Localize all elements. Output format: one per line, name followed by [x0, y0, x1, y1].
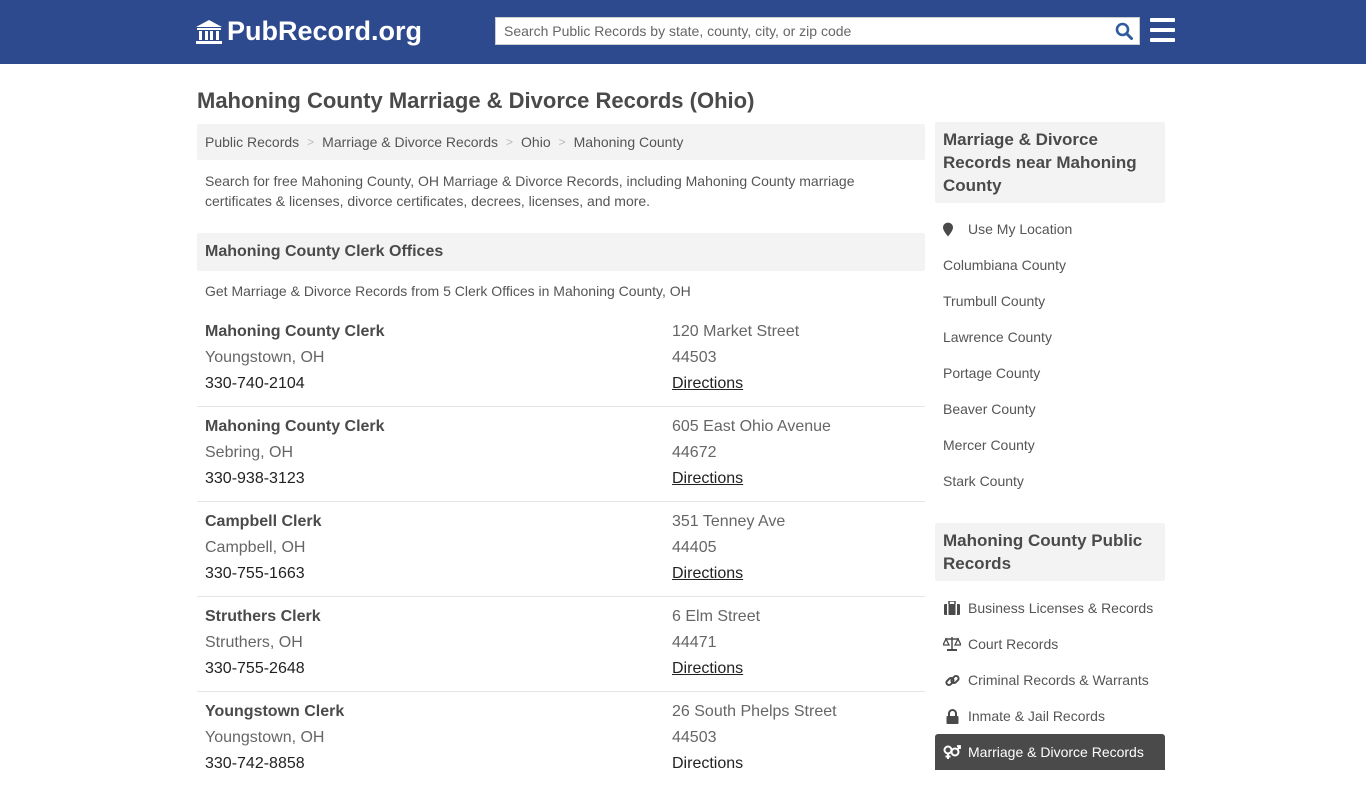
intro-text: Search for free Mahoning County, OH Marr…: [205, 173, 855, 209]
map-marker-icon: [943, 222, 953, 237]
search-icon[interactable]: [1109, 18, 1139, 44]
sidebar-item-label: Court Records: [968, 636, 1059, 652]
public-records-heading: Mahoning County Public Records: [935, 523, 1165, 581]
office-city: Struthers, OH: [205, 634, 303, 651]
directions-link[interactable]: Directions: [672, 470, 743, 487]
office-item: Mahoning County Clerk Youngstown, OH 330…: [197, 312, 925, 407]
page-title: Mahoning County Marriage & Divorce Recor…: [197, 88, 755, 113]
office-name: Mahoning County Clerk: [205, 418, 385, 435]
office-phone[interactable]: 330-755-1663: [205, 561, 672, 587]
breadcrumb-separator: >: [307, 135, 315, 149]
office-zip: 44672: [672, 444, 717, 461]
nearby-county-link[interactable]: Beaver County: [935, 391, 1165, 427]
public-records-list: Business Licenses & Records Court Record…: [935, 590, 1165, 770]
sidebar-item-court[interactable]: Court Records: [935, 626, 1165, 662]
sidebar-item-marriage-divorce[interactable]: Marriage & Divorce Records: [935, 734, 1165, 770]
office-city: Campbell, OH: [205, 539, 306, 556]
breadcrumb-public-records[interactable]: Public Records: [205, 134, 299, 150]
office-city: Sebring, OH: [205, 444, 294, 461]
sidebar-item-label: Criminal Records & Warrants: [968, 672, 1149, 688]
office-name: Youngstown Clerk: [205, 703, 345, 720]
office-zip: 44471: [672, 634, 717, 651]
breadcrumb-separator: >: [506, 135, 514, 149]
clerk-offices-subtext: Get Marriage & Divorce Records from 5 Cl…: [205, 283, 691, 299]
office-item: Mahoning County Clerk Sebring, OH 330-93…: [197, 407, 925, 502]
scale-icon: [943, 637, 961, 651]
office-city: Youngstown, OH: [205, 349, 325, 366]
briefcase-icon: [943, 601, 961, 615]
office-item: Campbell Clerk Campbell, OH 330-755-1663…: [197, 502, 925, 597]
office-address: 351 Tenney Ave: [672, 513, 786, 530]
office-address: 605 East Ohio Avenue: [672, 418, 831, 435]
breadcrumb-mahoning-county[interactable]: Mahoning County: [574, 134, 684, 150]
directions-link[interactable]: Directions: [672, 755, 743, 772]
office-address: 6 Elm Street: [672, 608, 761, 625]
nearby-heading: Marriage & Divorce Records near Mahoning…: [935, 122, 1165, 203]
office-list: Mahoning County Clerk Youngstown, OH 330…: [197, 312, 925, 787]
sidebar-item-business[interactable]: Business Licenses & Records: [935, 590, 1165, 626]
sidebar-item-label: Business Licenses & Records: [968, 600, 1154, 616]
breadcrumb-ohio[interactable]: Ohio: [521, 134, 551, 150]
nearby-county-link[interactable]: Portage County: [935, 355, 1165, 391]
public-records-sidebar: Mahoning County Public Records Business …: [935, 523, 1165, 770]
lock-icon: [943, 708, 961, 724]
clerk-offices-heading: Mahoning County Clerk Offices: [197, 233, 925, 271]
office-phone[interactable]: 330-755-2648: [205, 656, 672, 682]
nearby-county-link[interactable]: Lawrence County: [935, 319, 1165, 355]
sidebar-item-inmate[interactable]: Inmate & Jail Records: [935, 698, 1165, 734]
nearby-sidebar: Marriage & Divorce Records near Mahoning…: [935, 122, 1165, 499]
use-location-link[interactable]: Use My Location: [935, 211, 1165, 247]
logo-text: PubRecord.org: [227, 16, 423, 46]
search-input[interactable]: [496, 18, 1109, 44]
directions-link[interactable]: Directions: [672, 565, 743, 582]
top-navbar: PubRecord.org: [0, 0, 1366, 64]
sidebar-item-criminal[interactable]: Criminal Records & Warrants: [935, 662, 1165, 698]
office-address: 120 Market Street: [672, 323, 800, 340]
office-zip: 44503: [672, 349, 717, 366]
breadcrumb-marriage-divorce[interactable]: Marriage & Divorce Records: [322, 134, 498, 150]
main-content: Public Records > Marriage & Divorce Reco…: [197, 124, 925, 787]
sidebar-item-label: Inmate & Jail Records: [968, 708, 1105, 724]
nearby-county-link[interactable]: Trumbull County: [935, 283, 1165, 319]
directions-link[interactable]: Directions: [672, 660, 743, 677]
office-name: Campbell Clerk: [205, 513, 322, 530]
directions-link[interactable]: Directions: [672, 375, 743, 392]
office-phone[interactable]: 330-742-8858: [205, 751, 672, 777]
office-item: Struthers Clerk Struthers, OH 330-755-26…: [197, 597, 925, 692]
search-bar: [495, 17, 1140, 45]
office-name: Mahoning County Clerk: [205, 323, 385, 340]
courthouse-icon: [196, 19, 222, 44]
nearby-list: Use My Location Columbiana County Trumbu…: [935, 211, 1165, 499]
office-city: Youngstown, OH: [205, 729, 325, 746]
sidebar-item-label: Marriage & Divorce Records: [968, 744, 1144, 760]
office-phone[interactable]: 330-938-3123: [205, 466, 672, 492]
link-icon: [943, 673, 961, 688]
hamburger-menu-icon[interactable]: [1150, 18, 1175, 42]
office-zip: 44405: [672, 539, 717, 556]
breadcrumb: Public Records > Marriage & Divorce Reco…: [197, 124, 925, 160]
office-name: Struthers Clerk: [205, 608, 321, 625]
nearby-county-link[interactable]: Stark County: [935, 463, 1165, 499]
office-address: 26 South Phelps Street: [672, 703, 837, 720]
office-item: Youngstown Clerk Youngstown, OH 330-742-…: [197, 692, 925, 787]
nearby-county-link[interactable]: Columbiana County: [935, 247, 1165, 283]
breadcrumb-separator: >: [558, 135, 566, 149]
gender-icon: [943, 744, 961, 760]
use-location-label: Use My Location: [968, 221, 1073, 237]
office-zip: 44503: [672, 729, 717, 746]
nearby-county-link[interactable]: Mercer County: [935, 427, 1165, 463]
office-phone[interactable]: 330-740-2104: [205, 371, 672, 397]
site-logo[interactable]: PubRecord.org: [195, 16, 422, 47]
